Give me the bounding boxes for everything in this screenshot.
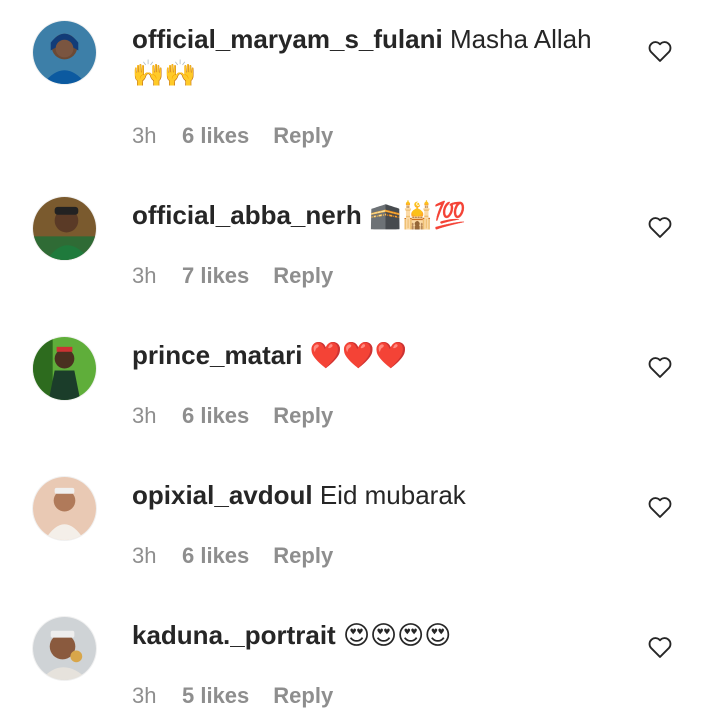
reply-button[interactable]: Reply <box>273 263 333 289</box>
comment-likes[interactable]: 5 likes <box>182 683 249 709</box>
comment-likes[interactable]: 6 likes <box>182 543 249 569</box>
avatar[interactable] <box>33 617 96 680</box>
heart-outline-icon[interactable] <box>646 353 674 381</box>
avatar[interactable] <box>33 337 96 400</box>
comment-body: official_abba_nerh 🕋🕌💯 <box>132 198 620 233</box>
comment-body: opixial_avdoul Eid mubarak <box>132 478 620 512</box>
heart-outline-icon[interactable] <box>646 633 674 661</box>
comment-time: 3h <box>132 543 157 568</box>
avatar[interactable] <box>33 197 96 260</box>
avatar[interactable] <box>33 477 96 540</box>
comment-meta: 3h 6 likes Reply <box>132 543 333 569</box>
comment-likes[interactable]: 7 likes <box>182 263 249 289</box>
comment-username[interactable]: official_abba_nerh <box>132 200 362 230</box>
heart-outline-icon[interactable] <box>646 493 674 521</box>
reply-button[interactable]: Reply <box>273 683 333 709</box>
comment-emoji: ❤️❤️❤️ <box>309 341 407 371</box>
comment-body: prince_matari ❤️❤️❤️ <box>132 338 620 373</box>
comment-meta: 3h 6 likes Reply <box>132 403 333 429</box>
comment-item: kaduna._portrait 😍😍😍😍 3h 5 likes Reply <box>0 0 720 708</box>
comment-likes[interactable]: 6 likes <box>182 403 249 429</box>
comment-text: Eid mubarak <box>319 480 466 510</box>
heart-outline-icon[interactable] <box>646 213 674 241</box>
comment-time: 3h <box>132 263 157 288</box>
reply-button[interactable]: Reply <box>273 403 333 429</box>
comment-emoji: 🕋🕌💯 <box>368 201 467 231</box>
comment-username[interactable]: opixial_avdoul <box>132 480 313 510</box>
comment-meta: 3h 7 likes Reply <box>132 263 333 289</box>
comment-emoji: 😍😍😍😍 <box>342 621 452 651</box>
comment-username[interactable]: kaduna._portrait <box>132 620 336 650</box>
comment-body: kaduna._portrait 😍😍😍😍 <box>132 618 620 653</box>
comment-username[interactable]: prince_matari <box>132 340 303 370</box>
comment-time: 3h <box>132 403 157 428</box>
comment-meta: 3h 5 likes Reply <box>132 683 333 709</box>
reply-button[interactable]: Reply <box>273 543 333 569</box>
comment-time: 3h <box>132 683 157 708</box>
